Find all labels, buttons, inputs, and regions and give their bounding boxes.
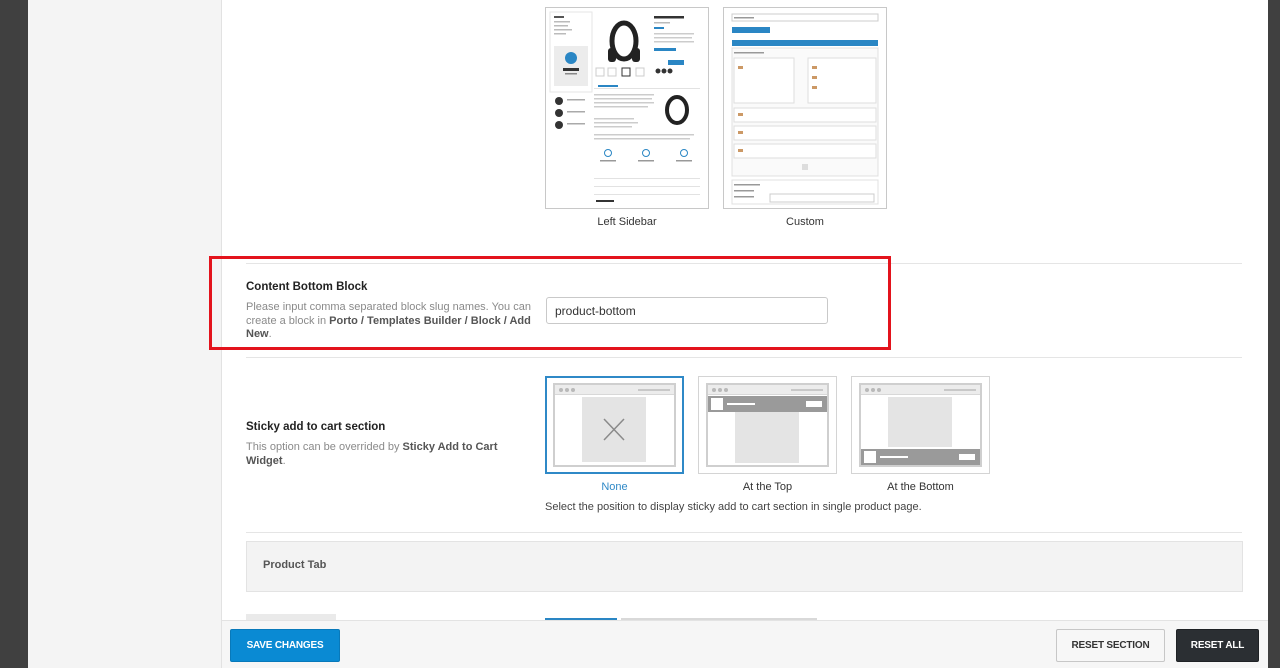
custom-layout-preview-icon xyxy=(731,13,879,205)
separator xyxy=(246,357,1242,358)
sticky-option-bottom-label[interactable]: At the Bottom xyxy=(851,481,990,493)
options-menu-panel xyxy=(28,0,222,668)
sticky-cart-description: This option can be overrided by Sticky A… xyxy=(246,441,498,467)
window-edge xyxy=(1268,0,1280,668)
reset-all-button[interactable]: RESET ALL xyxy=(1176,629,1259,662)
sticky-option-bottom[interactable] xyxy=(851,376,990,474)
reset-section-button[interactable]: RESET SECTION xyxy=(1056,629,1165,662)
top-bar-layout-icon xyxy=(708,396,827,412)
save-changes-button[interactable]: SAVE CHANGES xyxy=(230,629,340,662)
sticky-option-none[interactable] xyxy=(545,376,684,474)
highlight-box xyxy=(209,256,891,350)
left-sidebar-layout-preview-icon xyxy=(549,11,700,202)
browser-window-preview xyxy=(859,383,982,467)
browser-window-preview xyxy=(553,383,676,467)
layout-option-left-sidebar[interactable] xyxy=(545,7,709,209)
layout-caption-left-sidebar: Left Sidebar xyxy=(597,216,657,228)
close-icon xyxy=(603,418,625,441)
browser-window-preview xyxy=(706,383,829,467)
sticky-option-top[interactable] xyxy=(698,376,837,474)
sticky-option-none-label[interactable]: None xyxy=(545,481,684,493)
separator xyxy=(246,532,1242,533)
sticky-cart-help-text: Select the position to display sticky ad… xyxy=(545,501,922,513)
product-tab-section-title: Product Tab xyxy=(263,559,327,571)
bottom-bar-layout-icon xyxy=(861,449,980,465)
product-tab-section-header[interactable]: Product Tab xyxy=(246,541,1243,592)
layout-option-custom[interactable] xyxy=(723,7,887,209)
sticky-option-top-label[interactable]: At the Top xyxy=(698,481,837,493)
sticky-cart-title: Sticky add to cart section xyxy=(246,421,386,433)
footer-action-bar: SAVE CHANGES RESET SECTION RESET ALL xyxy=(222,620,1268,668)
admin-sidebar-strip xyxy=(0,0,28,668)
layout-caption-custom: Custom xyxy=(786,216,824,228)
